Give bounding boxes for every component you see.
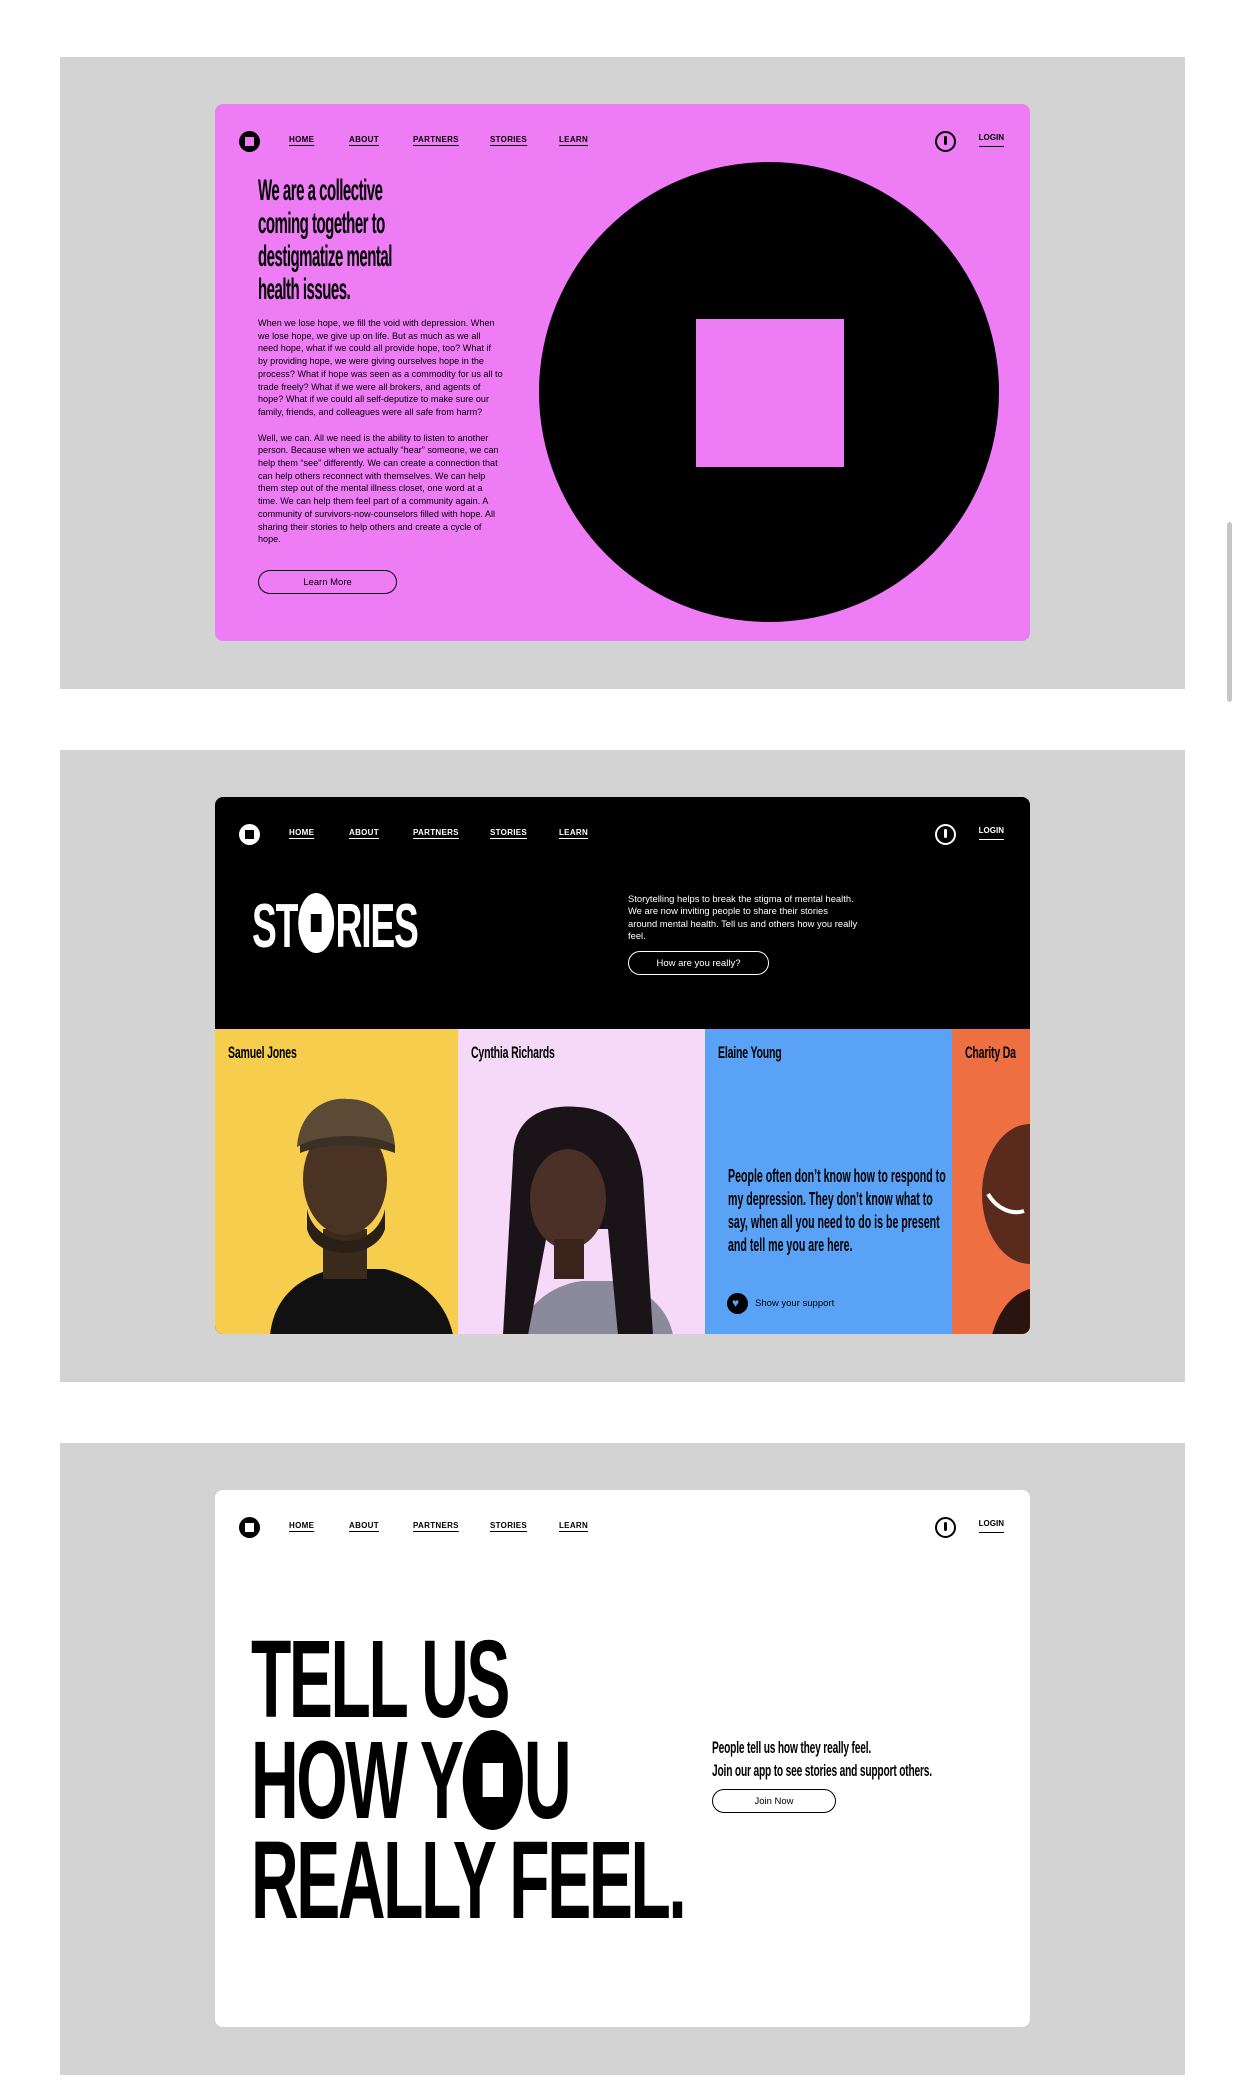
top-nav: HOME ABOUT PARTNERS STORIES LEARN LOGIN [215,104,1030,176]
o-logo-icon [462,1730,523,1830]
login-link[interactable]: LOGIN [978,826,1004,840]
join-now-button[interactable]: Join Now [712,1789,836,1813]
story-card-charity[interactable]: Charity Da [952,1029,1030,1334]
nav-about[interactable]: ABOUT [349,828,379,837]
hero-paragraph-1: When we lose hope, we fill the void with… [258,318,503,417]
headline-line: We are a collective [258,174,383,207]
stories-card: HOME ABOUT PARTNERS STORIES LEARN LOGIN … [215,797,1030,1334]
hero-body: When we lose hope, we fill the void with… [258,317,503,546]
alert-circle-icon[interactable] [935,131,956,152]
support-label: Show your support [755,1298,835,1309]
top-nav: HOME ABOUT PARTNERS STORIES LEARN LOGIN [215,1490,1030,1562]
nav-learn[interactable]: LEARN [559,1521,588,1530]
nav-stories[interactable]: STORIES [490,828,527,837]
story-card-cynthia[interactable]: Cynthia Richards [458,1029,705,1334]
portrait-photo [503,1106,673,1334]
logo-circle-square-icon[interactable] [239,824,260,845]
headline-line-1: TELL US [251,1618,510,1741]
nav-home[interactable]: HOME [289,1521,314,1530]
logo-circle-square-icon[interactable] [239,131,260,152]
nav-partners[interactable]: PARTNERS [413,828,459,837]
headline-line-2: HOW YU [251,1726,684,1836]
showcase-panel-stories: HOME ABOUT PARTNERS STORIES LEARN LOGIN … [60,750,1185,1382]
story-card-samuel[interactable]: Samuel Jones [215,1029,458,1334]
headline-line: coming together to [258,207,385,240]
hero-paragraph-2: Well, we can. All we need is the ability… [258,432,499,545]
showcase-panel-join: HOME ABOUT PARTNERS STORIES LEARN LOGIN … [60,1443,1185,2075]
o-logo-icon [298,893,335,953]
join-description: People tell us how they really feel. Joi… [712,1736,1030,1782]
heart-icon [727,1293,748,1314]
scrollbar[interactable] [1227,522,1232,702]
stories-title-start: ST [252,892,298,961]
nav-home[interactable]: HOME [289,135,314,144]
hero-headline: We are a collective coming together to d… [258,174,538,306]
nav-about[interactable]: ABOUT [349,1521,379,1530]
portrait-photo [270,1098,453,1334]
stories-title: ST RIES [252,892,419,961]
nav-stories[interactable]: STORIES [490,135,527,144]
nav-learn[interactable]: LEARN [559,828,588,837]
large-logo-circle [539,162,999,622]
story-quote: People often don’t know how to respond t… [728,1166,946,1255]
login-link[interactable]: LOGIN [978,1519,1004,1533]
large-logo-square [696,319,844,467]
showcase-panel-about: HOME ABOUT PARTNERS STORIES LEARN LOGIN … [60,57,1185,689]
story-name: Elaine Young [718,1043,782,1062]
nav-partners[interactable]: PARTNERS [413,135,459,144]
join-card: HOME ABOUT PARTNERS STORIES LEARN LOGIN … [215,1490,1030,2027]
alert-circle-icon[interactable] [935,1517,956,1538]
logo-circle-square-icon[interactable] [239,1517,260,1538]
stories-description: Storytelling helps to break the stigma o… [628,893,858,941]
nav-about[interactable]: ABOUT [349,135,379,144]
nav-home[interactable]: HOME [289,828,314,837]
about-card: HOME ABOUT PARTNERS STORIES LEARN LOGIN … [215,104,1030,641]
headline-line: destigmatize mental [258,240,392,273]
join-text-line-2: Join our app to see stories and support … [712,1761,932,1780]
top-nav: HOME ABOUT PARTNERS STORIES LEARN LOGIN [215,797,1030,869]
alert-circle-icon[interactable] [935,824,956,845]
how-are-you-button[interactable]: How are you really? [628,951,769,975]
stories-title-end: RIES [335,892,419,961]
nav-stories[interactable]: STORIES [490,1521,527,1530]
learn-more-button[interactable]: Learn More [258,570,397,594]
join-headline: TELL US HOW YU REALLY FEEL. [251,1618,687,1942]
headline-line-3: REALLY FEEL. [251,1819,687,1942]
show-support-button[interactable]: Show your support [727,1293,834,1314]
join-text-line-1: People tell us how they really feel. [712,1738,872,1757]
nav-learn[interactable]: LEARN [559,135,588,144]
story-card-elaine[interactable]: Elaine Young People often don’t know how… [705,1029,952,1334]
login-link[interactable]: LOGIN [978,133,1004,147]
nav-partners[interactable]: PARTNERS [413,1521,459,1530]
headline-line: health issues. [258,273,351,306]
portrait-photo [982,1124,1030,1334]
